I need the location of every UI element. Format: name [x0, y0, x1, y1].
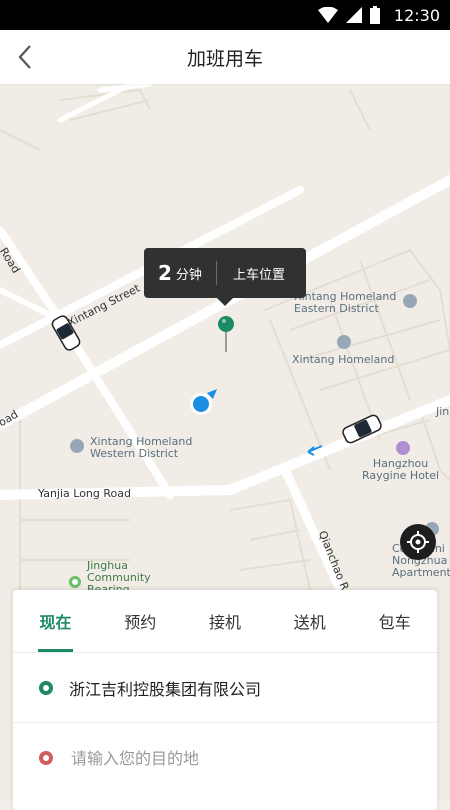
map-label-xintang-homeland-west: Xintang Homeland Western District	[90, 435, 193, 460]
crosshair-icon	[407, 531, 429, 553]
ride-panel: 现在 预约 接机 送机 包车 浙江吉利控股集团有限公司	[13, 590, 437, 810]
tab-airport-dropoff[interactable]: 送机	[267, 590, 352, 652]
origin-dot-icon	[39, 680, 53, 695]
status-bar: 12:30	[0, 0, 450, 30]
origin-row[interactable]: 浙江吉利控股集团有限公司	[13, 653, 437, 723]
eta-tooltip[interactable]: 2 分钟 上车位置	[144, 248, 306, 306]
battery-icon	[369, 6, 380, 24]
status-time: 12:30	[393, 5, 440, 25]
origin-address: 浙江吉利控股集团有限公司	[69, 679, 262, 699]
tab-airport-pickup[interactable]: 接机	[183, 590, 268, 652]
map-label-jin: Jin	[436, 405, 450, 418]
back-button[interactable]	[8, 40, 42, 74]
map-label-xintang-homeland: Xintang Homeland	[292, 353, 395, 366]
eta-minutes: 2	[158, 261, 172, 285]
tab-charter[interactable]: 包车	[352, 590, 437, 652]
destination-dot-icon	[39, 751, 53, 765]
locate-me-button[interactable]	[400, 524, 436, 560]
signal-icon	[345, 7, 362, 23]
wifi-icon	[317, 7, 338, 23]
pickup-location-label: 上车位置	[232, 267, 285, 283]
app-header: 加班用车	[0, 30, 450, 84]
page-title: 加班用车	[186, 47, 263, 70]
map-label-xintang-homeland-east: Xintang Homeland Eastern District	[294, 290, 397, 315]
residential-poi-icon	[337, 335, 351, 349]
destination-input[interactable]	[69, 747, 393, 769]
hotel-poi-icon	[396, 441, 410, 455]
eta-divider	[215, 261, 217, 285]
chevron-left-icon	[18, 45, 31, 69]
tab-now[interactable]: 现在	[13, 590, 98, 652]
destination-row[interactable]	[13, 723, 437, 793]
tab-reserve[interactable]: 预约	[98, 590, 183, 652]
pickup-pin-icon[interactable]	[216, 314, 236, 354]
residential-poi-icon	[403, 294, 417, 308]
ride-type-tabs: 现在 预约 接机 送机 包车	[13, 590, 437, 653]
eta-unit: 分钟	[175, 267, 202, 283]
map-label-yanjia-long-road: Yanjia Long Road	[38, 487, 131, 500]
residential-poi-icon	[70, 439, 84, 453]
map-label-hangzhou-raygine-hotel: Hangzhou Raygine Hotel	[362, 457, 440, 482]
